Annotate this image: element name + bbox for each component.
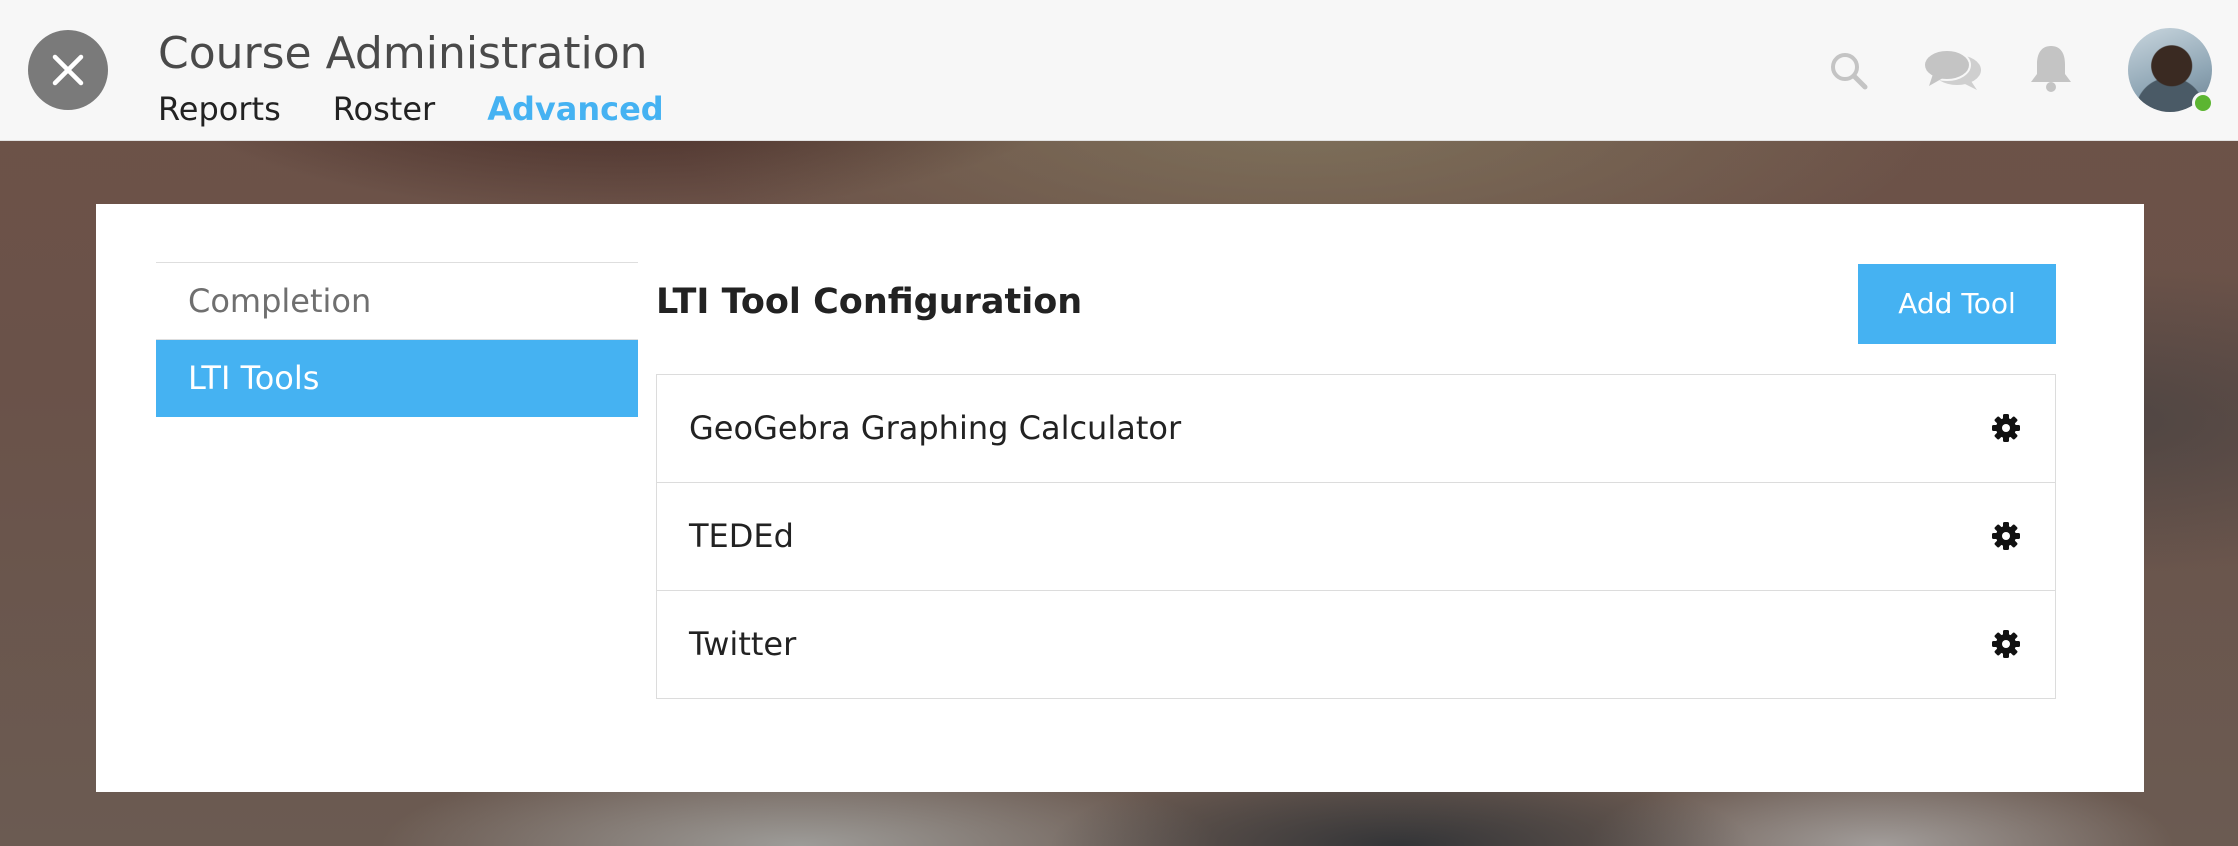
sidebar-item-lti-tools[interactable]: LTI Tools (156, 340, 638, 417)
top-bar: Course Administration Reports Roster Adv… (0, 0, 2238, 141)
settings-sidebar: Completion LTI Tools (156, 262, 638, 417)
lti-tool-list: GeoGebra Graphing Calculator TEDEd Twitt… (656, 374, 2056, 699)
gear-icon[interactable] (1991, 629, 2021, 659)
list-item: Twitter (657, 591, 2055, 698)
online-status-indicator (2192, 92, 2214, 114)
gear-icon[interactable] (1991, 521, 2021, 551)
section-title: LTI Tool Configuration (656, 282, 1083, 322)
close-icon (52, 54, 84, 86)
admin-tabs: Reports Roster Advanced (158, 90, 664, 128)
gear-icon[interactable] (1991, 413, 2021, 443)
add-tool-button[interactable]: Add Tool (1858, 264, 2056, 344)
tab-advanced[interactable]: Advanced (487, 90, 663, 128)
tool-name: GeoGebra Graphing Calculator (689, 409, 1182, 447)
tool-name: TEDEd (689, 517, 794, 555)
admin-card: Completion LTI Tools LTI Tool Configurat… (96, 204, 2144, 792)
close-button[interactable] (28, 30, 108, 110)
chat-icon[interactable] (1923, 48, 1985, 94)
page-title: Course Administration (158, 28, 648, 79)
tool-name: Twitter (689, 625, 797, 663)
list-item: GeoGebra Graphing Calculator (657, 375, 2055, 483)
sidebar-item-completion[interactable]: Completion (156, 263, 638, 340)
search-icon[interactable] (1828, 50, 1870, 92)
tab-roster[interactable]: Roster (333, 90, 435, 128)
tab-reports[interactable]: Reports (158, 90, 281, 128)
list-item: TEDEd (657, 483, 2055, 591)
bell-icon[interactable] (2028, 42, 2074, 94)
